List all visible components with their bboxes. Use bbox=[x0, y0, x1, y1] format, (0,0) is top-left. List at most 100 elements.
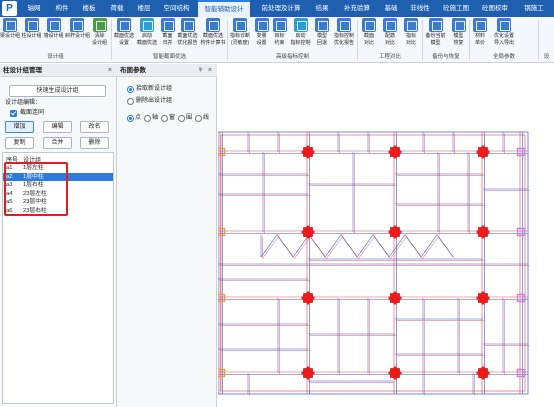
start-control-button[interactable]: 启动 指标控制 bbox=[289, 18, 312, 52]
clear-label-2: 设计组 bbox=[91, 40, 107, 46]
import-export-icon bbox=[497, 18, 511, 32]
mode-window-radio[interactable] bbox=[161, 115, 168, 122]
control-report-label-2: 优化报告 bbox=[333, 40, 354, 46]
mode-enclose-radio[interactable] bbox=[178, 115, 185, 122]
pick-new-group-label: 拾取新设计组 bbox=[136, 86, 173, 92]
remove-from-group-radio[interactable] bbox=[127, 98, 134, 105]
variable-settings-button[interactable]: 变量 设置 bbox=[253, 18, 270, 52]
variable-label: 变量 bbox=[256, 33, 267, 39]
control-report-icon bbox=[337, 18, 351, 32]
tab-steel-drawing[interactable]: 钢施工 bbox=[516, 0, 552, 17]
tab-concrete-drawing[interactable]: 砼施工图 bbox=[438, 0, 474, 17]
tab-smart-design[interactable]: 智能辅助设计 bbox=[198, 0, 250, 17]
brace-group-button[interactable]: 斜杆设计组 bbox=[65, 18, 91, 52]
section-settings-button[interactable]: 截面优选 设置 bbox=[113, 18, 135, 52]
material-price-button[interactable]: 材料 单价 bbox=[470, 18, 490, 52]
design-group-list[interactable]: 序号 设计组 a1 1层左柱 a2 1层中柱 a3 1层右柱 a4 23层左柱 a5 23层中柱 a… bbox=[2, 152, 114, 404]
mode-point-label: 点 bbox=[135, 115, 142, 121]
model-rollback-button[interactable]: 模型 回退 bbox=[313, 18, 331, 52]
edit-button[interactable]: 编辑 bbox=[43, 121, 72, 133]
rebar-compare-button[interactable]: 配筋 对比 bbox=[380, 18, 400, 52]
backup-label-2: 模型 bbox=[430, 40, 441, 46]
pick-new-group-radio[interactable] bbox=[127, 86, 134, 93]
mid-panel-title-bar: 布图参数 ᵠ × bbox=[117, 64, 217, 77]
start-label-2: 截面优选 bbox=[136, 40, 157, 46]
clear-icon bbox=[92, 18, 107, 32]
rebar-compare-label: 配筋 bbox=[384, 33, 395, 39]
mode-axis-radio[interactable] bbox=[144, 115, 151, 122]
rebar-compare-label-2: 对比 bbox=[384, 40, 395, 46]
tab-results[interactable]: 结果 bbox=[311, 0, 333, 17]
calc-book-label: 截面优选 bbox=[202, 33, 223, 39]
restore-icon bbox=[451, 18, 466, 32]
copy-button[interactable]: 复制 bbox=[5, 137, 34, 149]
tab-supplementary-check[interactable]: 补充验算 bbox=[339, 0, 375, 17]
close-icon[interactable]: × bbox=[108, 64, 112, 77]
diagnosis-icon bbox=[233, 18, 247, 32]
brace-group-label: 斜杆设计组 bbox=[65, 33, 91, 39]
rename-button[interactable]: 改名 bbox=[80, 121, 109, 133]
start-control-icon bbox=[293, 18, 308, 32]
wall-group-button[interactable]: 墙设计组 bbox=[43, 18, 64, 52]
column-group-label: 柱设计组 bbox=[21, 33, 42, 39]
mode-line-label: 线 bbox=[203, 115, 210, 121]
start-optimize-button[interactable]: 启动 截面优选 bbox=[136, 18, 158, 52]
index-compare-icon bbox=[404, 18, 418, 32]
tab-foundation[interactable]: 基础 bbox=[380, 0, 402, 17]
section-settings-label-2: 设置 bbox=[118, 40, 129, 46]
close-icon[interactable]: × bbox=[208, 64, 212, 77]
backup-icon bbox=[428, 18, 443, 32]
target-constraint-button[interactable]: 目标 约束 bbox=[271, 18, 288, 52]
tab-nonlinear[interactable]: 非线性 bbox=[406, 0, 434, 17]
index-compare-button[interactable]: 指标 对比 bbox=[401, 18, 421, 52]
column-group-button[interactable]: 柱设计组 bbox=[21, 18, 42, 52]
tab-slabs[interactable]: 楼板 bbox=[77, 0, 101, 17]
section-link-checkbox[interactable] bbox=[10, 110, 17, 117]
add-button[interactable]: 增加 bbox=[5, 121, 34, 133]
beam-group-label: 梁设计组 bbox=[0, 33, 21, 39]
tab-axis[interactable]: 轴网 bbox=[22, 0, 46, 17]
delete-button[interactable]: 删除 bbox=[80, 137, 109, 149]
tab-preprocess-calc[interactable]: 前处理及计算 bbox=[254, 0, 308, 17]
section-settings-label: 截面优选 bbox=[113, 33, 134, 39]
optimize-report-button[interactable]: 截面优选 优化报告 bbox=[176, 18, 199, 52]
tab-drawing-review[interactable]: 砼图校审 bbox=[478, 0, 512, 17]
tab-components[interactable]: 构件 bbox=[50, 0, 74, 17]
diagnosis-button[interactable]: 指标诊断 (灵敏度) bbox=[228, 18, 252, 52]
clear-label: 清除 bbox=[94, 33, 105, 39]
calc-book-button[interactable]: 截面优选 构件计算书 bbox=[200, 18, 226, 52]
app-logo: P bbox=[2, 1, 17, 16]
material-label: 材料 bbox=[474, 33, 485, 39]
section-compare-button[interactable]: 截面 对比 bbox=[359, 18, 379, 52]
column-marker bbox=[306, 145, 310, 159]
mode-line-radio[interactable] bbox=[195, 115, 202, 122]
start-control-label: 启动 bbox=[295, 33, 306, 39]
restore-model-button[interactable]: 模型 恢复 bbox=[449, 18, 468, 52]
merge-button[interactable]: 合并 bbox=[43, 137, 72, 149]
backup-model-button[interactable]: 备份当前 模型 bbox=[423, 18, 448, 52]
control-report-button[interactable]: 指标控制 优化报告 bbox=[332, 18, 356, 52]
brace-group-icon bbox=[70, 18, 84, 32]
beam-group-button[interactable]: 梁设计组 bbox=[0, 18, 20, 52]
tab-loads[interactable]: 荷载 bbox=[105, 0, 129, 17]
group-label-design-group: 设计组 bbox=[47, 54, 64, 60]
tab-spatial-structure[interactable]: 空间结构 bbox=[159, 0, 194, 17]
tab-floors[interactable]: 楼层 bbox=[132, 0, 156, 17]
model-canvas[interactable] bbox=[216, 64, 554, 407]
material-label-2: 单价 bbox=[474, 40, 485, 46]
clear-group-button[interactable]: 清除 设计组 bbox=[89, 18, 110, 52]
import-export-label-2: 导入导出 bbox=[493, 40, 514, 46]
import-export-button[interactable]: 优化设置 导入导出 bbox=[491, 18, 517, 52]
floor-plan-drawing bbox=[216, 131, 530, 396]
column-marker bbox=[481, 225, 485, 239]
optimize-report-label: 截面优选 bbox=[177, 33, 198, 39]
merge-button[interactable]: 截面 归并 bbox=[159, 18, 176, 52]
mode-point-radio[interactable] bbox=[127, 115, 134, 122]
start-control-label-2: 指标控制 bbox=[290, 40, 311, 46]
pin-icon[interactable]: ᵠ bbox=[199, 64, 202, 77]
restore-label: 模型 bbox=[453, 33, 464, 39]
start-icon bbox=[140, 18, 154, 32]
group-label-settings: 设 bbox=[543, 54, 550, 60]
section-compare-label: 截面 bbox=[363, 33, 374, 39]
quick-generate-button[interactable]: 快速生成设计组 bbox=[9, 85, 106, 97]
